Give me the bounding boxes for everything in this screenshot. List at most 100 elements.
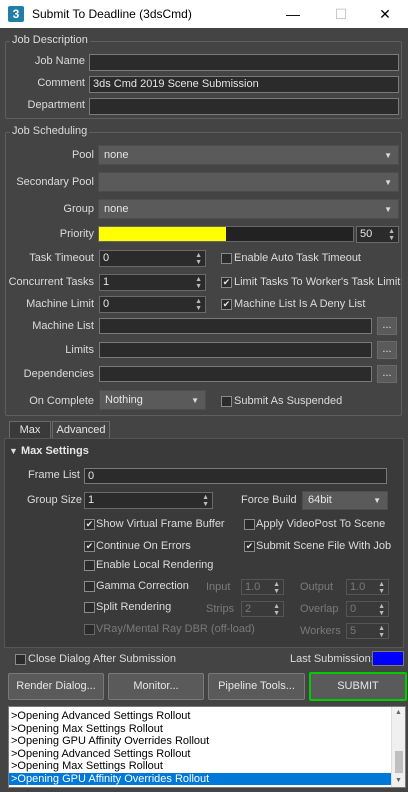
group-value: none bbox=[104, 203, 129, 215]
dependencies-browse-button[interactable]: ... bbox=[377, 365, 397, 383]
task-timeout-label: Task Timeout bbox=[29, 252, 94, 264]
chevron-down-icon: ▼ bbox=[384, 205, 392, 214]
machine-limit-spinner[interactable]: 0 ▲ ▼ bbox=[99, 296, 206, 313]
local-rendering-label: Enable Local Rendering bbox=[96, 559, 214, 571]
department-field[interactable] bbox=[89, 98, 399, 115]
strips-spinner[interactable]: 2 ▲ ▼ bbox=[241, 601, 284, 617]
deny-list-checkbox[interactable]: ✔ bbox=[221, 299, 232, 310]
spinner-arrows-icon: ▲ ▼ bbox=[378, 625, 385, 639]
input-spinner[interactable]: 1.0 ▲ ▼ bbox=[241, 579, 284, 595]
limit-tasks-checkbox[interactable]: ✔ bbox=[221, 277, 232, 288]
task-timeout-spinner[interactable]: 0 ▲ ▼ bbox=[99, 250, 206, 267]
log-scrollbar[interactable]: ▲ ▼ bbox=[391, 707, 405, 787]
priority-fill bbox=[99, 227, 226, 241]
group-size-value: 1 bbox=[88, 494, 95, 506]
scroll-down-icon[interactable]: ▼ bbox=[395, 777, 402, 784]
render-dialog-button[interactable]: Render Dialog... bbox=[8, 673, 104, 700]
last-submission-label: Last Submission: bbox=[290, 653, 374, 665]
submit-suspended-checkbox[interactable] bbox=[221, 396, 232, 407]
spinner-arrows-icon: ▲ ▼ bbox=[202, 494, 209, 508]
task-timeout-value: 0 bbox=[103, 252, 110, 264]
max-settings-header[interactable]: Max Settings bbox=[21, 445, 89, 457]
chevron-down-icon: ▼ bbox=[384, 151, 392, 160]
log-line: >Opening Max Settings Rollout bbox=[11, 722, 163, 735]
workers-spinner[interactable]: 5 ▲ ▼ bbox=[346, 623, 389, 639]
machine-list-field[interactable] bbox=[99, 318, 372, 334]
overlap-value: 0 bbox=[350, 603, 357, 615]
priority-slider[interactable] bbox=[98, 226, 354, 242]
group-dropdown[interactable]: none ▼ bbox=[98, 199, 399, 219]
local-rendering-checkbox[interactable] bbox=[84, 560, 95, 571]
workers-label: Workers bbox=[300, 625, 341, 637]
scroll-up-icon[interactable]: ▲ bbox=[395, 709, 402, 716]
split-rendering-checkbox[interactable] bbox=[84, 602, 95, 613]
scroll-thumb[interactable] bbox=[395, 751, 403, 773]
workers-value: 5 bbox=[350, 625, 357, 637]
maximize-button[interactable]: ☐ bbox=[318, 0, 364, 28]
submit-suspended-label: Submit As Suspended bbox=[234, 395, 343, 407]
close-button[interactable]: ✕ bbox=[362, 0, 408, 28]
show-vfb-checkbox[interactable]: ✔ bbox=[84, 519, 95, 530]
monitor-button[interactable]: Monitor... bbox=[108, 673, 204, 700]
machine-list-browse-button[interactable]: ... bbox=[377, 317, 397, 335]
log-line: >Opening GPU Affinity Overrides Rollout bbox=[11, 735, 210, 747]
force-build-dropdown[interactable]: 64bit ▼ bbox=[302, 491, 388, 510]
chevron-down-icon: ▼ bbox=[384, 178, 392, 187]
pipeline-tools-button[interactable]: Pipeline Tools... bbox=[208, 673, 305, 700]
chevron-down-icon: ▼ bbox=[373, 496, 381, 505]
log-list[interactable]: >Opening Advanced Settings Rollout >Open… bbox=[8, 706, 406, 788]
chevron-down-icon: ▼ bbox=[191, 396, 199, 405]
spinner-arrows-icon: ▲ ▼ bbox=[378, 581, 385, 595]
output-label: Output bbox=[300, 581, 334, 593]
limits-field[interactable] bbox=[99, 342, 372, 358]
tab-advanced[interactable]: Advanced bbox=[52, 421, 110, 438]
submit-scene-label: Submit Scene File With Job bbox=[256, 540, 392, 552]
auto-task-timeout-label: Enable Auto Task Timeout bbox=[234, 252, 361, 264]
continue-on-errors-label: Continue On Errors bbox=[96, 540, 191, 552]
apply-videopost-checkbox[interactable] bbox=[244, 519, 255, 530]
close-dialog-label: Close Dialog After Submission bbox=[28, 653, 176, 665]
spinner-arrows-icon: ▲ ▼ bbox=[273, 603, 280, 617]
deny-list-label: Machine List Is A Deny List bbox=[234, 298, 366, 310]
output-spinner[interactable]: 1.0 ▲ ▼ bbox=[346, 579, 389, 595]
dbr-checkbox[interactable] bbox=[84, 624, 95, 635]
collapse-icon[interactable]: ▼ bbox=[9, 446, 18, 456]
group-size-spinner[interactable]: 1 ▲ ▼ bbox=[84, 492, 213, 509]
submit-button[interactable]: SUBMIT bbox=[309, 672, 407, 701]
submit-scene-checkbox[interactable]: ✔ bbox=[244, 541, 255, 552]
job-scheduling-label: Job Scheduling bbox=[10, 125, 90, 137]
group-label: Group bbox=[63, 203, 94, 215]
secondary-pool-label: Secondary Pool bbox=[16, 176, 94, 188]
close-dialog-checkbox[interactable] bbox=[15, 654, 26, 665]
department-label: Department bbox=[27, 99, 85, 111]
apply-videopost-label: Apply VideoPost To Scene bbox=[256, 518, 386, 530]
spinner-arrows-icon: ▲ ▼ bbox=[273, 581, 280, 595]
last-submission-swatch bbox=[372, 651, 404, 666]
window-title: Submit To Deadline (3dsCmd) bbox=[32, 7, 192, 21]
pool-label: Pool bbox=[71, 149, 94, 161]
limits-browse-button[interactable]: ... bbox=[377, 341, 397, 359]
minimize-button[interactable]: — bbox=[270, 0, 316, 28]
dependencies-field[interactable] bbox=[99, 366, 372, 382]
comment-label: Comment bbox=[37, 77, 85, 89]
force-build-value: 64bit bbox=[308, 494, 332, 506]
input-value: 1.0 bbox=[245, 581, 261, 593]
frame-list-label: Frame List bbox=[28, 469, 80, 481]
tab-max[interactable]: Max bbox=[9, 421, 51, 438]
overlap-spinner[interactable]: 0 ▲ ▼ bbox=[346, 601, 389, 617]
secondary-pool-dropdown[interactable]: ▼ bbox=[98, 172, 399, 192]
comment-field[interactable]: 3ds Cmd 2019 Scene Submission bbox=[89, 76, 399, 93]
concurrent-tasks-spinner[interactable]: 1 ▲ ▼ bbox=[99, 274, 206, 291]
spinner-arrows-icon: ▲ ▼ bbox=[195, 298, 202, 312]
limit-tasks-label: Limit Tasks To Worker's Task Limit bbox=[234, 276, 401, 288]
priority-spinner[interactable]: 50 ▲ ▼ bbox=[356, 226, 399, 243]
auto-task-timeout-checkbox[interactable] bbox=[221, 253, 232, 264]
overlap-label: Overlap bbox=[300, 603, 339, 615]
continue-on-errors-checkbox[interactable]: ✔ bbox=[84, 541, 95, 552]
frame-list-field[interactable]: 0 bbox=[84, 468, 387, 484]
on-complete-dropdown[interactable]: Nothing ▼ bbox=[99, 390, 206, 410]
job-name-field[interactable] bbox=[89, 54, 399, 71]
group-size-label: Group Size bbox=[27, 494, 83, 506]
pool-dropdown[interactable]: none ▼ bbox=[98, 145, 399, 165]
gamma-checkbox[interactable] bbox=[84, 581, 95, 592]
